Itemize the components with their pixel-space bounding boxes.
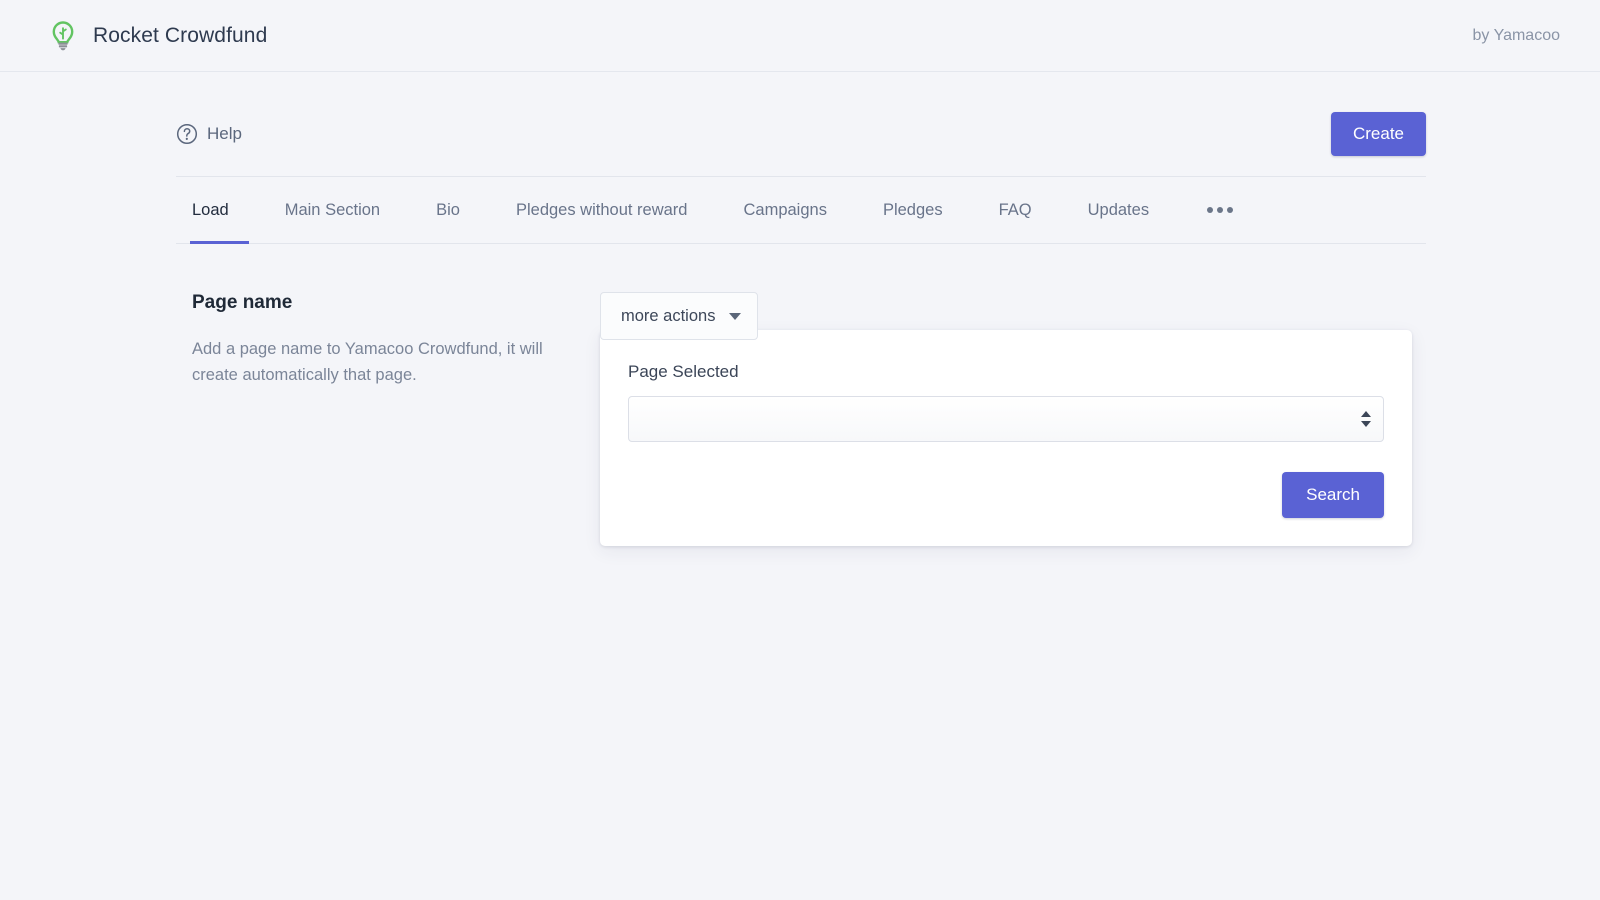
page-body: Help Create Load Main Section Bio Pledge… xyxy=(0,72,1600,546)
page-selected-card: Page Selected Search xyxy=(600,330,1412,546)
lightbulb-icon xyxy=(48,20,78,52)
toolbar: Help Create xyxy=(176,72,1426,176)
tab-bio[interactable]: Bio xyxy=(408,177,488,243)
question-circle-icon xyxy=(176,123,198,145)
page-selected-label: Page Selected xyxy=(628,362,739,381)
tab-pledges-without-reward[interactable]: Pledges without reward xyxy=(488,177,716,243)
chevron-down-icon xyxy=(729,312,742,320)
page-selected-select-wrap xyxy=(628,396,1384,442)
app-header: Rocket Crowdfund by Yamacoo xyxy=(0,0,1600,72)
form-column: more actions Page Selected Search xyxy=(600,292,1412,546)
create-button[interactable]: Create xyxy=(1330,112,1426,156)
tab-pledges[interactable]: Pledges xyxy=(855,177,971,243)
tab-load[interactable]: Load xyxy=(176,177,257,244)
tab-updates[interactable]: Updates xyxy=(1060,177,1177,243)
page-title: Page name xyxy=(192,292,293,313)
help-button[interactable]: Help xyxy=(176,123,242,145)
description-column: Page name Add a page name to Yamacoo Cro… xyxy=(176,292,596,388)
ellipsis-icon xyxy=(1227,207,1234,213)
tab-list: Load Main Section Bio Pledges without re… xyxy=(176,177,1426,244)
brand[interactable]: Rocket Crowdfund xyxy=(48,20,267,52)
app-title: Rocket Crowdfund xyxy=(93,23,268,47)
tab-campaigns[interactable]: Campaigns xyxy=(715,177,854,243)
tab-faq[interactable]: FAQ xyxy=(971,177,1060,243)
ellipsis-icon xyxy=(1217,207,1224,213)
card-actions: Search xyxy=(628,472,1384,518)
more-actions-label: more actions xyxy=(621,306,716,325)
main-section: Page name Add a page name to Yamacoo Cro… xyxy=(176,244,1426,546)
tab-main-section[interactable]: Main Section xyxy=(257,177,408,243)
content-container: Help Create Load Main Section Bio Pledge… xyxy=(176,72,1426,546)
tab-bar: Load Main Section Bio Pledges without re… xyxy=(176,176,1426,244)
byline: by Yamacoo xyxy=(1472,26,1560,44)
help-label: Help xyxy=(207,124,242,143)
tab-overflow-button[interactable] xyxy=(1177,177,1263,243)
more-actions-button[interactable]: more actions xyxy=(600,292,759,340)
search-button[interactable]: Search xyxy=(1282,472,1384,518)
ellipsis-icon xyxy=(1207,207,1214,213)
page-selected-select[interactable] xyxy=(628,396,1384,442)
page-description: Add a page name to Yamacoo Crowdfund, it… xyxy=(192,340,543,385)
